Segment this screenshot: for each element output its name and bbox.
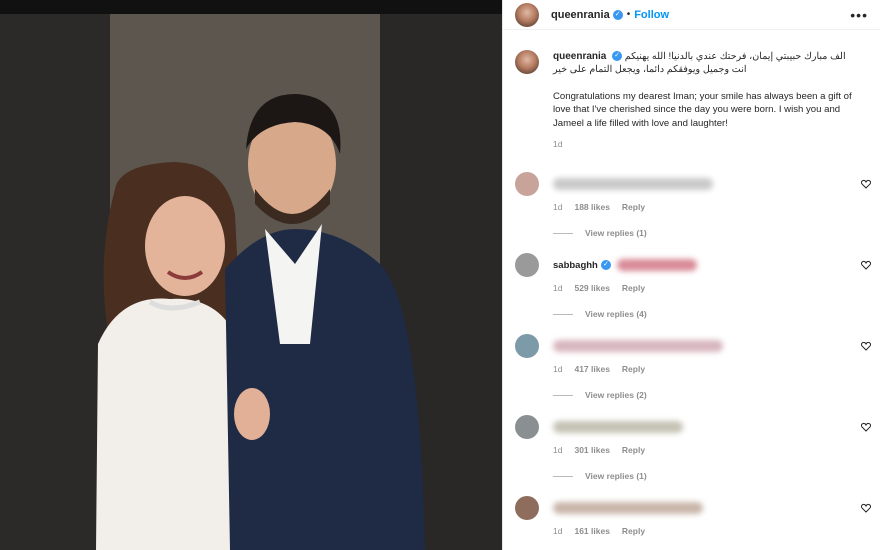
commenter-avatar[interactable]: [515, 496, 539, 520]
comment-likes[interactable]: 417 likes: [574, 364, 609, 374]
comment-item: 1d 188 likes Reply View replies (1): [515, 172, 871, 238]
view-replies-label[interactable]: View replies (2): [585, 390, 647, 400]
caption-body: queenrania ✓ الف مبارك حبيبتي إيمان، فرح…: [553, 50, 853, 151]
comment-likes[interactable]: 301 likes: [574, 445, 609, 455]
author-username[interactable]: queenrania: [551, 9, 610, 21]
replies-divider: [553, 394, 573, 396]
follow-button[interactable]: Follow: [634, 9, 669, 21]
comment-likes[interactable]: 161 likes: [574, 526, 609, 536]
post-caption: queenrania ✓ الف مبارك حبيبتي إيمان، فرح…: [503, 30, 880, 151]
post-photo: [0, 14, 502, 550]
post-header: queenrania ✓ • Follow •••: [503, 0, 880, 30]
view-replies-button[interactable]: View replies (1): [553, 228, 871, 238]
comment-time: 1d: [553, 283, 563, 293]
view-replies-label[interactable]: View replies (1): [585, 228, 647, 238]
verified-badge-icon: ✓: [612, 9, 623, 20]
verified-badge-icon: ✓: [612, 51, 623, 62]
heart-icon[interactable]: [861, 179, 871, 189]
post-panel: queenrania ✓ • Follow ••• queenrania ✓ ا…: [502, 0, 880, 550]
heart-icon[interactable]: [861, 422, 871, 432]
view-replies-button[interactable]: View replies (4): [553, 309, 871, 319]
view-replies-button[interactable]: View replies (1): [553, 471, 871, 481]
heart-icon[interactable]: [861, 341, 871, 351]
reply-button[interactable]: Reply: [622, 526, 645, 536]
caption-username[interactable]: queenrania: [553, 51, 606, 62]
comment-item: 1d 417 likes Reply View replies (2): [515, 334, 871, 400]
blurred-comment-text: [553, 421, 683, 433]
heart-icon[interactable]: [861, 260, 871, 270]
blurred-comment-text: [553, 340, 723, 352]
heart-icon[interactable]: [861, 503, 871, 513]
commenter-username[interactable]: sabbaghh: [553, 260, 598, 271]
comment-time: 1d: [553, 445, 563, 455]
header-separator: •: [626, 9, 631, 20]
reply-button[interactable]: Reply: [622, 364, 645, 374]
verified-badge-icon: ✓: [600, 260, 611, 270]
caption-avatar[interactable]: [515, 50, 539, 74]
engagement-photo-illustration: [0, 14, 502, 550]
view-replies-button[interactable]: View replies (2): [553, 390, 871, 400]
view-replies-label[interactable]: View replies (4): [585, 309, 647, 319]
author-avatar[interactable]: [515, 2, 539, 27]
view-replies-label[interactable]: View replies (1): [585, 471, 647, 481]
comment-time: 1d: [553, 364, 563, 374]
comment-item: 1d 161 likes Reply: [515, 496, 871, 536]
caption-time: 1d: [553, 139, 563, 150]
reply-button[interactable]: Reply: [622, 283, 645, 293]
blurred-comment-text: [616, 259, 697, 271]
comment-time: 1d: [553, 526, 563, 536]
commenter-avatar[interactable]: [515, 253, 539, 277]
replies-divider: [553, 313, 573, 315]
more-options-icon[interactable]: •••: [850, 7, 868, 23]
commenter-avatar[interactable]: [515, 415, 539, 439]
commenter-avatar[interactable]: [515, 172, 539, 196]
caption-english-text: Congratulations my dearest Iman; your sm…: [553, 90, 852, 129]
replies-divider: [553, 475, 573, 477]
blurred-comment-text: [553, 178, 713, 190]
comment-likes[interactable]: 529 likes: [574, 283, 609, 293]
commenter-avatar[interactable]: [515, 334, 539, 358]
replies-divider: [553, 232, 573, 234]
reply-button[interactable]: Reply: [622, 202, 645, 212]
blurred-comment-text: [553, 502, 703, 514]
top-bar: [0, 0, 502, 14]
comment-likes[interactable]: 188 likes: [574, 202, 609, 212]
comment-item: sabbaghh ✓ 1d 529 likes Reply View replies…: [515, 253, 871, 319]
comment-time: 1d: [553, 202, 563, 212]
reply-button[interactable]: Reply: [622, 445, 645, 455]
comment-item: 1d 301 likes Reply View replies (1): [515, 415, 871, 481]
